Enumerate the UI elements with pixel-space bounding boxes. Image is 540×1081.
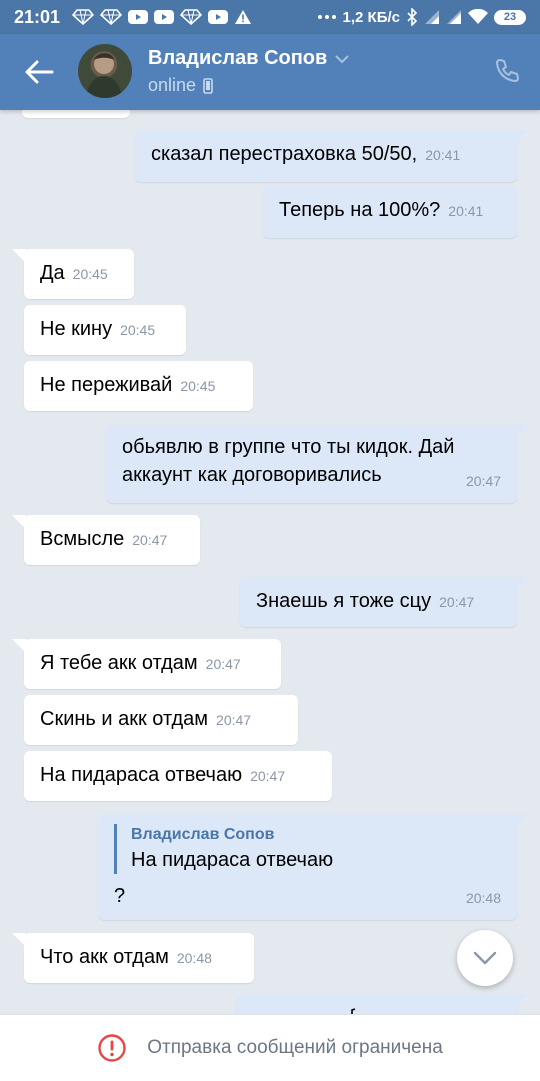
contact-status: online [148,75,213,96]
message-bubble[interactable]: сказал перестраховка 50/50, 20:41 [135,130,529,182]
chevron-down-icon [335,55,350,64]
arrow-left-icon [25,60,54,84]
message-time: 20:41 [425,147,461,163]
message-text: Всмысле [40,528,125,550]
chat-header: Владислав Сопов online [0,34,540,110]
message-time: 20:45 [72,266,108,282]
more-icon [317,14,337,20]
message-text: Я тебе акк отдам [40,652,198,674]
message-text: обьявлю в группе что ты кидок. Дай аккау… [122,436,455,486]
message-text: Не переживай [40,374,173,396]
message-time: 20:47 [465,473,501,489]
signal-icon [446,9,462,25]
quoted-author: Владислав Сопов [131,826,275,843]
message-bubble[interactable]: Не кину 20:45 [24,305,186,355]
message-time: 20:47 [250,768,286,784]
message-bubble[interactable]: Всмысле 20:47 [12,515,200,565]
quoted-text: На пидараса отвечаю [131,849,334,871]
youtube-icon [208,10,229,24]
network-speed: 1,2 КБ/с [342,8,400,26]
back-button[interactable] [22,56,56,88]
message-time: 20:47 [132,532,168,548]
warning-icon [234,9,252,25]
message-list[interactable]: сказал перестраховка 50/50, 20:41 Теперь … [0,110,540,1014]
call-button[interactable] [494,58,520,84]
message-time: 20:45 [120,322,156,338]
battery-icon: 23 [494,9,526,25]
message-text: Что акк отдам [40,946,169,968]
message-text: Теперь на 100%? [279,199,441,221]
message-time: 20:47 [216,712,252,728]
message-text: Да [40,262,65,284]
message-bubble[interactable]: На пидараса отвечаю 20:47 [24,751,332,801]
chevron-down-icon [473,951,497,965]
message-bubble-partial [236,994,529,1014]
status-bar: 21:01 1,2 КБ/с 23 [0,0,540,34]
status-left: 21:01 [14,7,252,28]
message-bubble[interactable]: обьявлю в группе что ты кидок. Дай аккау… [106,425,529,503]
avatar[interactable] [78,44,132,98]
message-text: На пидараса отвечаю [40,764,243,786]
messaging-restricted-bar: Отправка сообщений ограничена [0,1014,540,1081]
message-time: 20:45 [180,378,216,394]
gem-icon [100,9,123,25]
message-bubble[interactable]: Что акк отдам 20:48 [12,933,254,983]
message-text: Знаешь я тоже сцу [256,590,432,612]
wifi-icon [468,9,488,25]
message-text: ? [114,885,126,907]
message-bubble[interactable]: Знаешь я тоже сцу 20:47 [240,577,529,627]
message-bubble[interactable]: Я тебе акк отдам 20:47 [12,639,281,689]
message-time: 20:48 [176,950,212,966]
message-time: 20:47 [205,656,241,672]
message-text: Не кину [40,318,113,340]
contact-name-text: Владислав Сопов [148,47,328,69]
message-bubble-partial [22,110,130,118]
message-time: 20:48 [465,890,501,906]
phone-icon [496,59,519,82]
message-bubble-reply[interactable]: Владислав Сопов На пидараса отвечаю ? 20… [98,814,529,920]
contact-name[interactable]: Владислав Сопов [148,47,350,70]
bluetooth-icon [406,8,418,26]
message-bubble[interactable]: Скинь и акк отдам 20:47 [24,695,298,745]
online-status: online [148,75,197,95]
message-time: 20:47 [439,594,475,610]
message-time: 20:41 [448,203,484,219]
quoted-message[interactable]: Владислав Сопов На пидараса отвечаю [114,824,501,874]
message-bubble[interactable]: Да 20:45 [12,249,134,299]
signal-icon [424,9,440,25]
scroll-down-button[interactable] [457,930,513,986]
gem-icon [72,9,95,25]
message-bubble[interactable]: Не переживай 20:45 [24,361,253,411]
youtube-icon [128,10,149,24]
youtube-icon [154,10,175,24]
status-right: 1,2 КБ/с 23 [317,8,526,26]
alert-circle-icon [98,1034,126,1062]
mobile-icon [203,77,213,94]
message-text: Скинь и акк отдам [40,708,209,730]
gem-icon [180,9,203,25]
message-text: сказал перестраховка 50/50, [151,143,418,165]
message-bubble[interactable]: Теперь на 100%? 20:41 [263,186,517,238]
status-time: 21:01 [14,6,61,27]
restricted-text: Отправка сообщений ограничена [147,1037,443,1058]
